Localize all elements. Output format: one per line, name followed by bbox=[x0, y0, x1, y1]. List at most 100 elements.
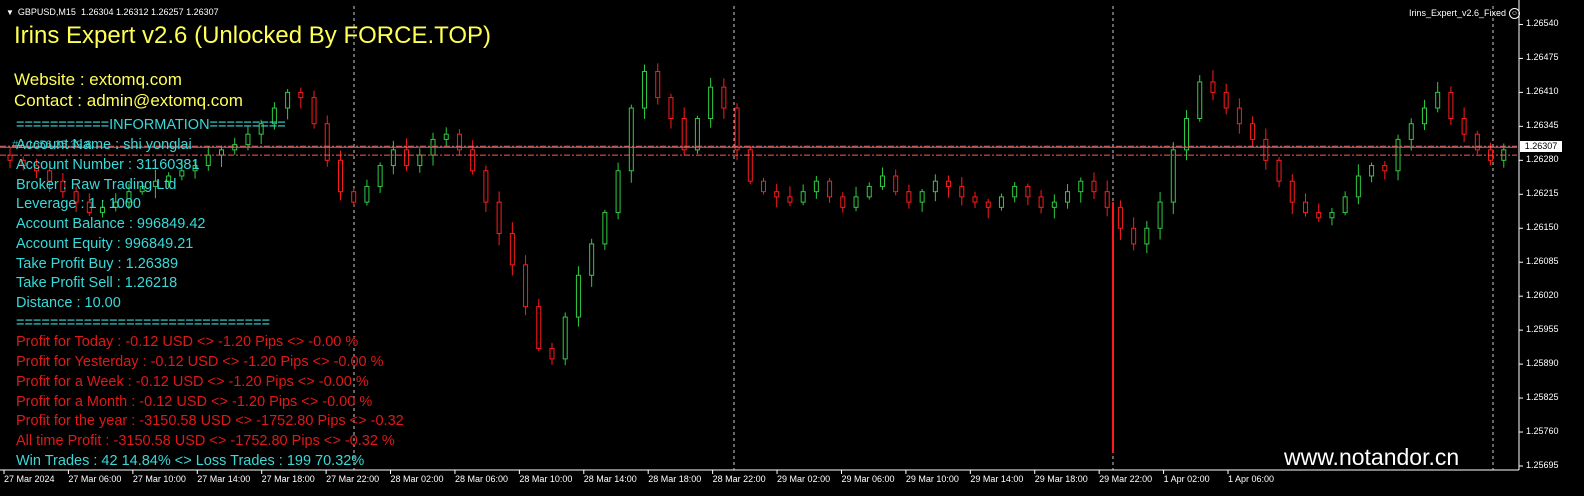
time-tick-label: 28 Mar 22:00 bbox=[712, 474, 766, 484]
candle-body bbox=[827, 180, 833, 198]
time-tick-label: 28 Mar 06:00 bbox=[454, 474, 508, 484]
time-tick-label: 27 Mar 10:00 bbox=[132, 474, 186, 484]
profit-today: Profit for Today : -0.12 USD <> -1.20 Pi… bbox=[16, 334, 359, 350]
candle-body bbox=[879, 175, 885, 187]
profit-week: Profit for a Week : -0.12 USD <> -1.20 P… bbox=[16, 374, 369, 390]
account-number: Account Number : 31160381 bbox=[16, 157, 200, 173]
candle-body bbox=[390, 149, 396, 167]
candle-body bbox=[1421, 107, 1427, 125]
candle-body bbox=[721, 86, 727, 109]
ea-title: Irins Expert v2.6 (Unlocked By FORCE.TOP… bbox=[14, 22, 492, 49]
candle-body bbox=[813, 180, 819, 193]
candle-body bbox=[761, 180, 766, 193]
candle-body bbox=[1355, 175, 1361, 198]
candle-body bbox=[1065, 191, 1071, 203]
candle-body bbox=[219, 149, 225, 156]
time-tick-label: 27 Mar 22:00 bbox=[326, 474, 380, 484]
candle-body bbox=[311, 97, 317, 125]
take-profit-buy: Take Profit Buy : 1.26389 bbox=[16, 256, 179, 272]
smiley-icon[interactable]: ☺ bbox=[1509, 8, 1520, 20]
candle-body bbox=[1302, 201, 1308, 214]
candle-body bbox=[1329, 212, 1335, 219]
candle-body bbox=[1170, 149, 1176, 203]
chevron-down-icon[interactable]: ▼ bbox=[6, 8, 14, 17]
time-tick-label: 28 Mar 14:00 bbox=[583, 474, 637, 484]
candle-body bbox=[787, 196, 793, 203]
candle-body bbox=[470, 149, 476, 172]
candle-body bbox=[1435, 91, 1441, 109]
candle-body bbox=[1131, 227, 1137, 245]
candle-body bbox=[734, 107, 740, 151]
candle-body bbox=[747, 149, 753, 182]
candle-body bbox=[1223, 91, 1229, 109]
candle-body bbox=[1025, 185, 1031, 198]
candle-body bbox=[483, 170, 489, 203]
candle-body bbox=[893, 175, 899, 193]
candle-body bbox=[919, 191, 925, 203]
candle-body bbox=[800, 191, 806, 203]
candle-body bbox=[417, 154, 423, 167]
price-tick-label: 1.26280 bbox=[1526, 154, 1559, 165]
candle-body bbox=[985, 201, 991, 208]
candle-body bbox=[906, 191, 912, 203]
candle-body bbox=[972, 196, 978, 203]
time-tick-label: 28 Mar 02:00 bbox=[390, 474, 444, 484]
symbol-ohlc: 1.26304 1.26312 1.26257 1.26307 bbox=[80, 7, 219, 17]
time-tick-label: 29 Mar 22:00 bbox=[1099, 474, 1153, 484]
candle-body bbox=[205, 154, 211, 167]
candle-body bbox=[589, 243, 595, 276]
candle-body bbox=[628, 107, 634, 172]
account-balance: Account Balance : 996849.42 bbox=[16, 216, 206, 232]
account-name: Account Name : shi yonglai bbox=[16, 137, 192, 153]
candle-body bbox=[774, 191, 780, 198]
candle-body bbox=[998, 196, 1004, 208]
price-tick-label: 1.25760 bbox=[1526, 426, 1559, 437]
chart-grid bbox=[353, 6, 1494, 470]
candle-body bbox=[1157, 201, 1163, 229]
candle-body bbox=[1250, 123, 1256, 140]
candle-body bbox=[1369, 165, 1375, 177]
info-separator-bottom: ============================== bbox=[16, 315, 271, 331]
candle-body bbox=[377, 165, 383, 187]
price-tick-label: 1.26410 bbox=[1526, 86, 1559, 97]
take-profit-sell: Take Profit Sell : 1.26218 bbox=[16, 275, 178, 291]
candle-body bbox=[959, 185, 965, 198]
expert-advisor-label[interactable]: Irins_Expert_v2.6_Fixed ☺ bbox=[1408, 8, 1520, 20]
contact-label: Contact : admin@extomq.com bbox=[14, 91, 243, 110]
distance: Distance : 10.00 bbox=[16, 295, 121, 311]
price-tick-label: 1.26020 bbox=[1526, 290, 1559, 301]
candle-body bbox=[1184, 118, 1190, 151]
candle-body bbox=[1104, 191, 1110, 208]
candle-body bbox=[1051, 201, 1057, 208]
profit-yesterday: Profit for Yesterday : -0.12 USD <> -1.2… bbox=[16, 354, 384, 370]
symbol-header[interactable]: ▼ GBPUSD,M15 1.26304 1.26312 1.26257 1.26… bbox=[6, 7, 219, 17]
website-label: Website : extomq.com bbox=[14, 70, 182, 89]
candle-body bbox=[681, 118, 687, 151]
time-tick-label: 28 Mar 18:00 bbox=[648, 474, 702, 484]
price-tick-label: 1.26085 bbox=[1526, 256, 1559, 267]
time-tick-label: 28 Mar 10:00 bbox=[519, 474, 573, 484]
time-tick-label: 27 Mar 06:00 bbox=[68, 474, 122, 484]
candle-body bbox=[1263, 138, 1269, 161]
candle-body bbox=[602, 212, 608, 245]
candle-body bbox=[1448, 91, 1454, 120]
candle-body bbox=[946, 180, 952, 187]
candle-body bbox=[840, 196, 846, 208]
price-tick-label: 1.25695 bbox=[1526, 460, 1559, 470]
price-tick-label: 1.26150 bbox=[1526, 222, 1559, 233]
time-tick-label: 27 Mar 14:00 bbox=[197, 474, 251, 484]
candle-body bbox=[1078, 180, 1084, 193]
candle-body bbox=[245, 133, 251, 146]
price-tick-label: 1.25890 bbox=[1526, 358, 1559, 369]
candle-body bbox=[642, 70, 648, 109]
candle-body bbox=[337, 159, 343, 193]
candle-body bbox=[509, 232, 515, 266]
time-tick-label: 29 Mar 10:00 bbox=[905, 474, 959, 484]
ea-name-text: Irins_Expert_v2.6_Fixed bbox=[1408, 8, 1506, 18]
leverage: Leverage : 1 : 1000 bbox=[16, 196, 141, 212]
level-lines bbox=[0, 145, 1517, 156]
candle-body bbox=[1316, 212, 1322, 219]
time-tick-label: 27 Mar 18:00 bbox=[261, 474, 315, 484]
candle-body bbox=[549, 347, 555, 360]
candle-body bbox=[1236, 107, 1242, 125]
